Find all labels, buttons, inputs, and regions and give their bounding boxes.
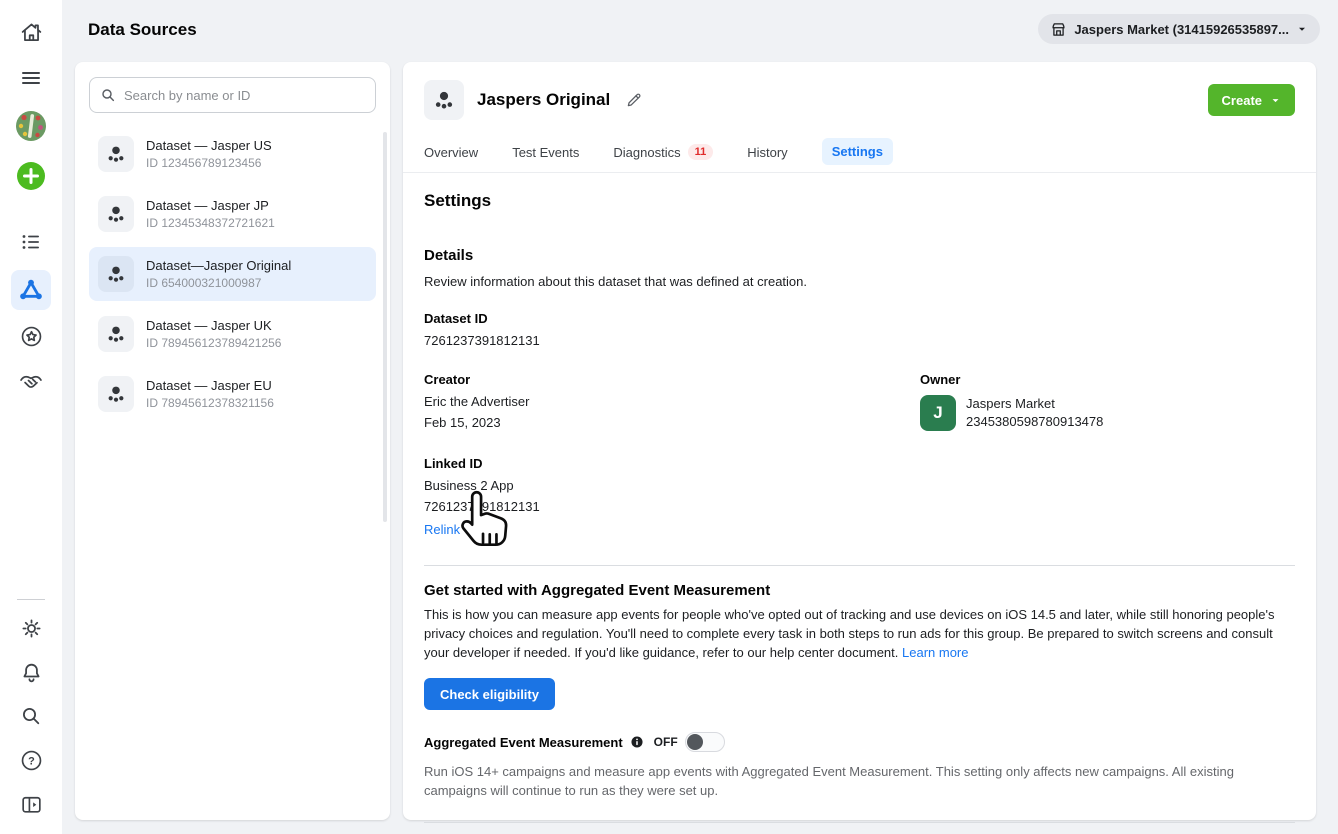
owner-label: Owner xyxy=(920,372,1103,387)
dataset-title: Jaspers Original xyxy=(477,90,610,110)
linked-app-name: Business 2 App xyxy=(424,476,1295,495)
business-avatar[interactable] xyxy=(11,106,51,146)
aem-heading: Get started with Aggregated Event Measur… xyxy=(424,582,1295,599)
aem-toggle-knob xyxy=(687,734,703,750)
creator-date: Feb 15, 2023 xyxy=(424,413,920,432)
dataset-row-jasper-eu[interactable]: Dataset — Jasper EU ID 78945612378321156 xyxy=(89,367,376,421)
help-icon[interactable]: ? xyxy=(11,740,51,780)
check-eligibility-button[interactable]: Check eligibility xyxy=(424,678,555,710)
search-nav-icon[interactable] xyxy=(11,696,51,736)
search-icon xyxy=(100,87,116,103)
search-input[interactable] xyxy=(124,88,365,103)
tab-test-events[interactable]: Test Events xyxy=(512,137,579,172)
dataset-id: ID 654000321000987 xyxy=(146,276,291,290)
svg-text:?: ? xyxy=(28,755,35,767)
dataset-id: ID 78945612378321156 xyxy=(146,396,274,410)
create-button[interactable]: Create xyxy=(1208,84,1295,116)
owner-id: 2345380598780913478 xyxy=(966,413,1103,431)
creator-name: Eric the Advertiser xyxy=(424,392,920,411)
chevron-down-icon xyxy=(1296,23,1308,35)
learn-more-link[interactable]: Learn more xyxy=(902,645,968,660)
dataset-icon xyxy=(98,196,134,232)
dataset-name: Dataset — Jasper EU xyxy=(146,378,274,393)
aem-toggle-state: OFF xyxy=(654,735,678,749)
aem-toggle-label: Aggregated Event Measurement xyxy=(424,735,623,750)
tab-diagnostics[interactable]: Diagnostics11 xyxy=(613,136,713,172)
linked-id-value: 7261237391812131 xyxy=(424,497,1295,516)
data-sources-icon[interactable] xyxy=(11,270,51,310)
page-title: Data Sources xyxy=(88,20,197,40)
owner-avatar: J xyxy=(920,395,956,431)
create-plus-icon[interactable] xyxy=(11,156,51,196)
menu-icon[interactable] xyxy=(11,58,51,98)
list-scrollbar[interactable] xyxy=(383,132,387,522)
dataset-list: Dataset — Jasper US ID 123456789123456 Da… xyxy=(89,127,376,421)
settings-heading: Settings xyxy=(424,191,1295,211)
diagnostics-badge: 11 xyxy=(688,144,714,160)
dataset-icon xyxy=(424,80,464,120)
dataset-icon xyxy=(98,316,134,352)
info-icon[interactable] xyxy=(630,735,644,749)
dataset-id-label: Dataset ID xyxy=(424,311,1295,326)
star-badge-icon[interactable] xyxy=(11,316,51,356)
tab-bar: Overview Test Events Diagnostics11 Histo… xyxy=(403,136,1316,173)
settings-gear-icon[interactable] xyxy=(11,608,51,648)
dataset-row-jasper-uk[interactable]: Dataset — Jasper UK ID 789456123789421256 xyxy=(89,307,376,361)
rail-divider xyxy=(17,599,45,600)
dataset-detail-panel: Jaspers Original Create Overview Test Ev… xyxy=(403,62,1316,820)
aem-toggle[interactable] xyxy=(685,732,725,752)
dataset-icon xyxy=(98,376,134,412)
partners-handshake-icon[interactable] xyxy=(11,362,51,402)
details-heading: Details xyxy=(424,247,1295,264)
tab-settings[interactable]: Settings xyxy=(822,138,893,165)
dataset-name: Dataset — Jasper UK xyxy=(146,318,281,333)
dataset-id-value: 7261237391812131 xyxy=(424,331,1295,350)
linked-id-label: Linked ID xyxy=(424,456,1295,471)
bottom-divider xyxy=(424,822,1295,823)
edit-name-icon[interactable] xyxy=(625,91,643,109)
aem-toggle-description: Run iOS 14+ campaigns and measure app ev… xyxy=(424,762,1295,800)
relink-link[interactable]: Relink xyxy=(424,522,460,537)
dataset-id: ID 789456123789421256 xyxy=(146,336,281,350)
storefront-icon xyxy=(1050,21,1067,38)
campaigns-list-icon[interactable] xyxy=(11,222,51,262)
details-description: Review information about this dataset th… xyxy=(424,272,1295,291)
chevron-down-icon xyxy=(1270,95,1281,106)
dataset-search[interactable] xyxy=(89,77,376,113)
dataset-name: Dataset — Jasper JP xyxy=(146,198,275,213)
dataset-row-jasper-jp[interactable]: Dataset — Jasper JP ID 12345348372721621 xyxy=(89,187,376,241)
tab-history[interactable]: History xyxy=(747,137,787,172)
dataset-icon xyxy=(98,136,134,172)
collapse-nav-icon[interactable] xyxy=(11,784,51,824)
dataset-name: Dataset — Jasper US xyxy=(146,138,272,153)
dataset-name: Dataset—Jasper Original xyxy=(146,258,291,273)
dataset-icon xyxy=(98,256,134,292)
dataset-id: ID 123456789123456 xyxy=(146,156,272,170)
dataset-row-jasper-original[interactable]: Dataset—Jasper Original ID 65400032100098… xyxy=(89,247,376,301)
creator-label: Creator xyxy=(424,372,920,387)
dataset-list-panel: Dataset — Jasper US ID 123456789123456 Da… xyxy=(75,62,390,820)
owner-name: Jaspers Market xyxy=(966,395,1103,413)
section-divider xyxy=(424,565,1295,566)
business-selector-label: Jaspers Market (31415926535897... xyxy=(1074,22,1289,37)
dataset-id: ID 12345348372721621 xyxy=(146,216,275,230)
dataset-row-jasper-us[interactable]: Dataset — Jasper US ID 123456789123456 xyxy=(89,127,376,181)
left-nav-rail: ? xyxy=(0,0,62,834)
business-selector[interactable]: Jaspers Market (31415926535897... xyxy=(1038,14,1320,44)
aem-description: This is how you can measure app events f… xyxy=(424,605,1295,662)
home-icon[interactable] xyxy=(11,12,51,52)
tab-overview[interactable]: Overview xyxy=(424,137,478,172)
notifications-bell-icon[interactable] xyxy=(11,652,51,692)
